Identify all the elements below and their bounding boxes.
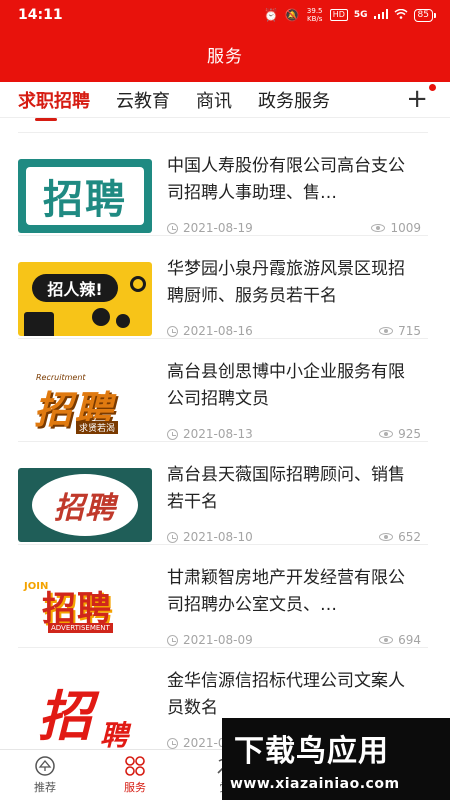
tab-government-services[interactable]: 政务服务 — [258, 87, 330, 113]
alarm-icon: ⏰ — [263, 8, 279, 22]
app-header: 14:11 ⏰ 🔕 39.5 KB/s HD 5G 85 服务 — [0, 0, 450, 82]
notification-dot — [429, 84, 436, 91]
clock-icon — [167, 737, 178, 749]
thumbnail-text: 招 — [38, 685, 92, 748]
eye-icon — [379, 636, 394, 644]
item-date: 2021-0 — [183, 736, 226, 749]
item-date: 2021-08-19 — [183, 221, 253, 235]
view-count: 1009 — [390, 221, 421, 235]
nav-recommend[interactable]: 推荐 — [15, 755, 75, 795]
item-date: 2021-08-13 — [183, 427, 253, 441]
add-tab-icon[interactable]: + — [406, 85, 428, 113]
nav-label: 推荐 — [34, 781, 56, 794]
item-views: 925 — [379, 427, 421, 441]
signal-5g: 5G — [353, 10, 368, 20]
mute-icon: 🔕 — [284, 8, 300, 22]
eye-icon — [379, 533, 394, 541]
eye-icon — [371, 224, 386, 232]
item-thumbnail: Recruitment 招聘 求贤若渴 — [18, 365, 152, 439]
item-meta: 2021-08-13 925 — [167, 427, 421, 441]
clock-icon — [167, 531, 178, 543]
list-item[interactable]: Recruitment 招聘 求贤若渴 高台县创思博中小企业服务有限公司招聘文员… — [18, 339, 428, 442]
wifi-icon — [394, 8, 408, 22]
status-time: 14:11 — [18, 7, 63, 23]
eye-icon — [379, 327, 394, 335]
item-title: 华梦园小泉丹霞旅游风景区现招聘厨师、服务员若干名 — [167, 259, 405, 306]
item-title: 金华信源信招标代理公司文案人员数名 — [167, 671, 405, 718]
net-speed: 39.5 KB/s — [306, 7, 323, 23]
news-list[interactable]: 招聘 中国人寿股份有限公司高台支公司招聘人事助理、售… 2021-08-19 1… — [0, 119, 450, 749]
clock-icon — [167, 634, 178, 646]
item-thumbnail: 招 聘 — [18, 674, 152, 748]
nav-label: 服务 — [124, 781, 146, 794]
services-icon — [124, 755, 146, 777]
item-meta: 2021-08-16 715 — [167, 324, 421, 338]
battery-icon: 85 — [413, 8, 436, 22]
thumbnail-subtext: 聘 — [100, 719, 129, 748]
signal-bars-icon — [373, 8, 388, 22]
hd-badge: HD — [329, 9, 348, 21]
watermark-title: 下载鸟应用 — [234, 734, 389, 769]
status-bar: 14:11 ⏰ 🔕 39.5 KB/s HD 5G 85 — [0, 0, 450, 30]
watermark-url: www.xiazainiao.com — [230, 776, 400, 792]
status-icons: ⏰ 🔕 39.5 KB/s HD 5G 85 — [264, 7, 436, 23]
tab-jobs[interactable]: 求职招聘 — [18, 87, 90, 121]
view-count: 715 — [398, 324, 421, 338]
tab-business-news[interactable]: 商讯 — [196, 87, 232, 113]
item-title: 甘肃颖智房地产开发经营有限公司招聘办公室文员、… — [167, 568, 405, 615]
list-item[interactable]: 招聘 高台县天薇国际招聘顾问、销售若干名 2021-08-10 652 — [18, 442, 428, 545]
thumbnail-text: 招人辣! — [47, 280, 103, 299]
thumbnail-subtext: 求贤若渴 — [76, 421, 119, 434]
thumbnail-text: 招聘 — [54, 491, 116, 526]
list-item[interactable]: 招聘 中国人寿股份有限公司高台支公司招聘人事助理、售… 2021-08-19 1… — [18, 133, 428, 236]
item-meta: 2021-08-19 1009 — [167, 221, 421, 235]
watermark-banner: 下载鸟应用 www.xiazainiao.com — [222, 718, 450, 800]
item-title: 中国人寿股份有限公司高台支公司招聘人事助理、售… — [167, 156, 405, 203]
item-thumbnail: 招聘 — [18, 159, 152, 233]
item-views: 1009 — [371, 221, 421, 235]
nav-services[interactable]: 服务 — [105, 755, 165, 795]
item-thumbnail: JOIN 招聘 ADVERTISEMENT — [18, 571, 152, 645]
item-meta: 2021-08-09 694 — [167, 633, 421, 647]
eye-icon — [379, 430, 394, 438]
item-date: 2021-08-10 — [183, 530, 253, 544]
item-views: 715 — [379, 324, 421, 338]
item-thumbnail: 招人辣! — [18, 262, 152, 336]
view-count: 925 — [398, 427, 421, 441]
item-views: 652 — [379, 530, 421, 544]
view-count: 652 — [398, 530, 421, 544]
tab-cloud-education[interactable]: 云教育 — [116, 87, 170, 113]
clock-icon — [167, 428, 178, 440]
view-count: 694 — [398, 633, 421, 647]
category-tabs: 求职招聘 云教育 商讯 政务服务 + — [0, 82, 450, 121]
item-meta: 2021-08-10 652 — [167, 530, 421, 544]
item-views: 694 — [379, 633, 421, 647]
list-item[interactable]: 招人辣! 华梦园小泉丹霞旅游风景区现招聘厨师、服务员若干名 2021-08-16… — [18, 236, 428, 339]
item-title: 高台县创思博中小企业服务有限公司招聘文员 — [167, 362, 405, 409]
page-title: 服务 — [207, 47, 243, 67]
item-date: 2021-08-16 — [183, 324, 253, 338]
clock-icon — [167, 325, 178, 337]
clock-icon — [167, 222, 178, 234]
thumbnail-text: 招聘 — [43, 176, 127, 223]
item-thumbnail: 招聘 — [18, 468, 152, 542]
list-item[interactable]: JOIN 招聘 ADVERTISEMENT 甘肃颖智房地产开发经营有限公司招聘办… — [18, 545, 428, 648]
item-date: 2021-08-09 — [183, 633, 253, 647]
item-title: 高台县天薇国际招聘顾问、销售若干名 — [167, 465, 405, 512]
recommend-icon — [34, 755, 56, 777]
thumbnail-subtext: ADVERTISEMENT — [48, 623, 113, 633]
list-item-partial — [18, 119, 428, 133]
